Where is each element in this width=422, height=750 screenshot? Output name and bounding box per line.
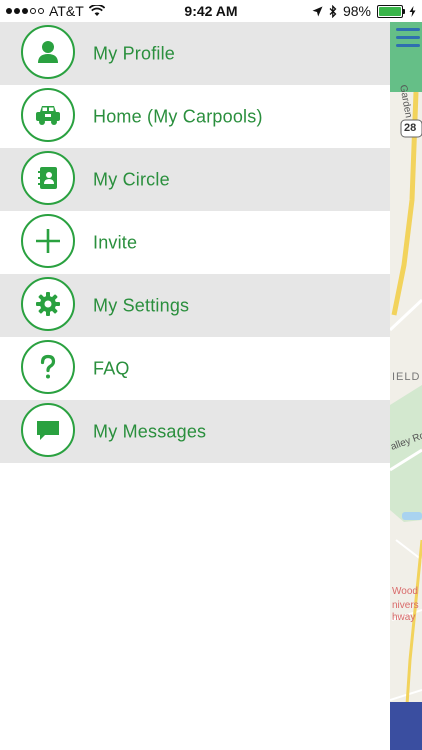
route-shield-label: 28 [404,122,417,134]
menu-item-faq[interactable]: FAQ [0,337,390,400]
menu-item-home-my-carpools[interactable]: Home (My Carpools) [0,85,390,148]
menu-item-label: Home (My Carpools) [93,106,263,126]
menu-item-label: My Settings [93,295,190,315]
menu-item-my-circle[interactable]: My Circle [0,148,390,211]
battery-icon [377,4,405,18]
menu-item-label: Invite [93,232,138,252]
map-label-hway: hway [392,612,416,623]
menu-item-label: FAQ [93,358,130,378]
menu-item-label: My Circle [93,169,170,189]
map-view[interactable]: Garden 28 IELD alley Ro Wood nivers hway [390,0,422,750]
map-label-univers: nivers [392,600,419,611]
location-arrow-icon [312,6,323,16]
contacts-book-icon [21,151,75,205]
message-icon [21,403,75,457]
plus-icon [21,214,75,268]
menu-item-my-messages[interactable]: My Messages [0,400,390,463]
question-icon [21,340,75,394]
menu-item-label: My Profile [93,43,176,63]
charging-bolt-icon [409,5,416,17]
battery-percent: 98% [342,3,371,19]
map-label-wood: Wood [392,586,418,597]
user-icon [21,25,75,79]
menu-item-label: My Messages [93,421,207,441]
map-label-ield: IELD [392,371,421,383]
gear-icon [21,277,75,331]
menu-item-my-settings[interactable]: My Settings [0,274,390,337]
status-right: 98% [312,3,416,19]
menu-item-my-profile[interactable]: My Profile [0,22,390,85]
navigation-drawer: My Profile Home (My Carpools) My Circle [0,22,390,750]
map-bottom-bar[interactable] [390,702,422,750]
car-icon [21,88,75,142]
bluetooth-icon [329,4,337,18]
menu-item-invite[interactable]: Invite [0,211,390,274]
hamburger-menu-icon[interactable] [396,28,420,52]
status-bar: AT&T 9:42 AM 98% [0,0,422,22]
